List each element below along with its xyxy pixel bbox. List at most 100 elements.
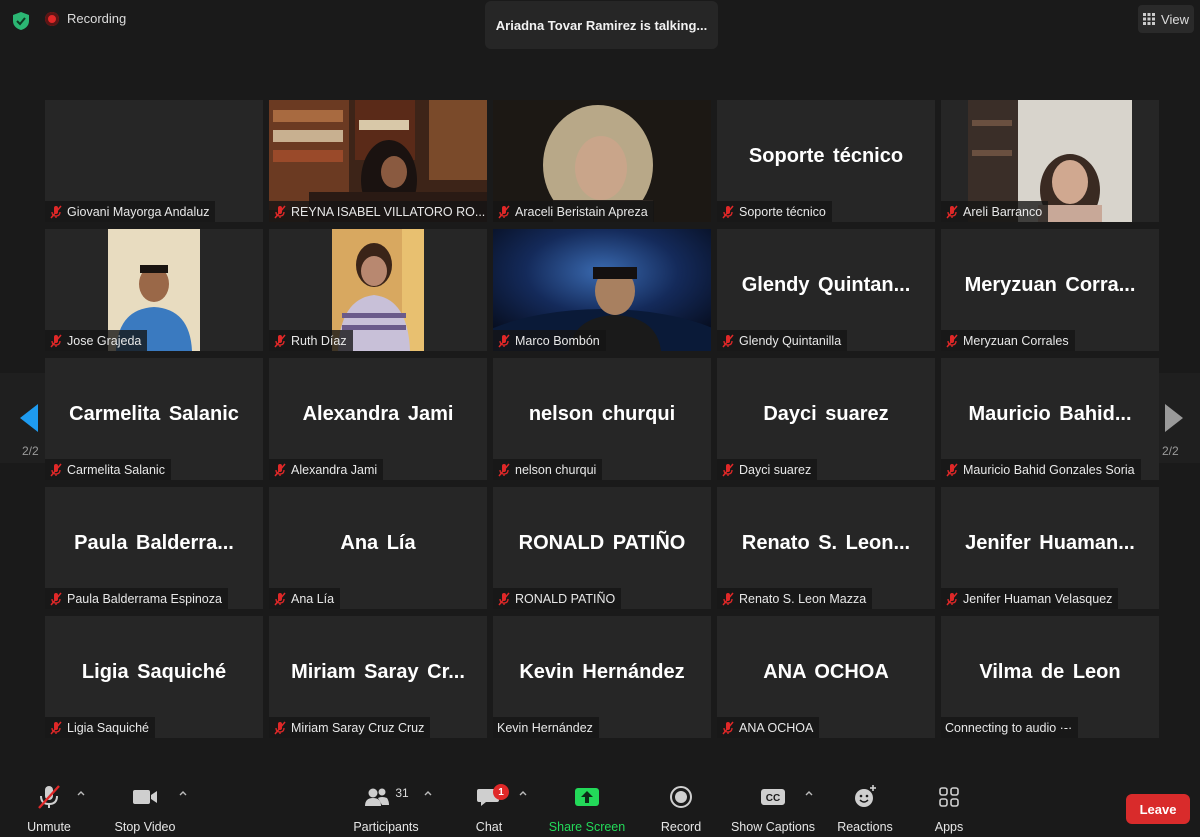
participant-tile[interactable]: Dayci suarez Dayci suarez bbox=[717, 358, 935, 480]
show-captions-button[interactable]: CC Show Captions bbox=[731, 784, 815, 834]
participant-display-name: Ana Lía bbox=[340, 531, 416, 554]
chevron-up-icon[interactable] bbox=[423, 788, 433, 798]
mic-muted-icon bbox=[722, 721, 734, 734]
mic-muted-icon bbox=[50, 592, 62, 605]
participant-display-name: Carmelita Salanic bbox=[69, 402, 239, 425]
participant-tile[interactable]: Miriam Saray Cr... Miriam Saray Cruz Cru… bbox=[269, 616, 487, 738]
participant-tile[interactable]: Alexandra Jami Alexandra Jami bbox=[269, 358, 487, 480]
unmute-label: Unmute bbox=[27, 820, 71, 834]
participants-icon bbox=[365, 788, 390, 806]
participant-display-name bbox=[45, 100, 263, 212]
participant-tile[interactable]: Meryzuan Corra... Meryzuan Corrales bbox=[941, 229, 1159, 351]
participant-label: Miriam Saray Cruz Cruz bbox=[269, 717, 431, 738]
participant-tile[interactable]: Araceli Beristain Apreza bbox=[493, 100, 711, 222]
participant-label-text: RONALD PATIÑO bbox=[515, 591, 616, 606]
svg-text:CC: CC bbox=[766, 793, 780, 804]
mic-muted-icon bbox=[722, 463, 734, 476]
participant-tile[interactable]: Ana Lía Ana Lía bbox=[269, 487, 487, 609]
participant-label: Ana Lía bbox=[269, 588, 341, 609]
share-screen-button[interactable]: Share Screen bbox=[549, 784, 625, 834]
participant-label: Kevin Hernández bbox=[493, 717, 599, 738]
participant-label-text: Ligia Saquiché bbox=[67, 720, 150, 735]
participant-tile[interactable]: Ruth Díaz bbox=[269, 229, 487, 351]
participant-label: Renato S. Leon Mazza bbox=[717, 588, 873, 609]
participant-tile[interactable]: Glendy Quintan... Glendy Quintanilla bbox=[717, 229, 935, 351]
participant-tile[interactable]: Paula Balderra... Paula Balderrama Espin… bbox=[45, 487, 263, 609]
mic-muted-icon bbox=[274, 205, 286, 218]
participant-tile[interactable]: Soporte técnico Soporte técnico bbox=[717, 100, 935, 222]
mic-muted-icon bbox=[498, 334, 510, 347]
participant-tile[interactable]: nelson churqui nelson churqui bbox=[493, 358, 711, 480]
mic-muted-icon bbox=[38, 785, 60, 809]
show-captions-label: Show Captions bbox=[730, 820, 816, 834]
participant-label: Connecting to audio ·-· bbox=[941, 717, 1079, 738]
participant-label: Alexandra Jami bbox=[269, 459, 384, 480]
participant-label: Dayci suarez bbox=[717, 459, 818, 480]
mic-muted-icon bbox=[722, 334, 734, 347]
participant-tile[interactable]: Jose Grajeda bbox=[45, 229, 263, 351]
apps-button[interactable]: Apps bbox=[934, 784, 964, 834]
stop-video-label: Stop Video bbox=[114, 820, 176, 834]
reactions-button[interactable]: Reactions bbox=[837, 784, 893, 834]
record-button[interactable]: Record bbox=[661, 784, 701, 834]
participant-label: Araceli Beristain Apreza bbox=[493, 201, 654, 222]
unmute-button[interactable]: Unmute bbox=[26, 784, 72, 834]
participant-label: nelson churqui bbox=[493, 459, 603, 480]
chevron-up-icon[interactable] bbox=[518, 788, 528, 798]
participant-tile[interactable]: RONALD PATIÑO RONALD PATIÑO bbox=[493, 487, 711, 609]
participant-tile[interactable]: REYNA ISABEL VILLATORO RO... bbox=[269, 100, 487, 222]
participants-button[interactable]: 31 Participants bbox=[353, 784, 418, 834]
participant-label-text: Renato S. Leon Mazza bbox=[739, 591, 867, 606]
mic-muted-icon bbox=[50, 721, 62, 734]
mic-muted-icon bbox=[946, 205, 958, 218]
mic-muted-icon bbox=[498, 592, 510, 605]
mic-muted-icon bbox=[274, 592, 286, 605]
participant-label-text: Meryzuan Corrales bbox=[963, 333, 1069, 348]
participant-display-name: Dayci suarez bbox=[763, 402, 889, 425]
view-label: View bbox=[1161, 11, 1189, 27]
participant-tile[interactable]: Giovani Mayorga Andaluz bbox=[45, 100, 263, 222]
top-bar: Recording Ariadna Tovar Ramirez is talki… bbox=[0, 0, 1200, 50]
participant-label: Jenifer Huaman Velasquez bbox=[941, 588, 1119, 609]
participant-tile[interactable]: Kevin Hernández Kevin Hernández bbox=[493, 616, 711, 738]
participant-tile[interactable]: ANA OCHOA ANA OCHOA bbox=[717, 616, 935, 738]
recording-indicator[interactable]: Recording bbox=[45, 11, 126, 26]
participant-tile[interactable]: Jenifer Huaman... Jenifer Huaman Velasqu… bbox=[941, 487, 1159, 609]
participant-tile[interactable]: Mauricio Bahid... Mauricio Bahid Gonzale… bbox=[941, 358, 1159, 480]
participant-label-text: Carmelita Salanic bbox=[67, 462, 165, 477]
participant-display-name: Vilma de Leon bbox=[979, 660, 1121, 683]
mic-muted-icon bbox=[498, 463, 510, 476]
chevron-up-icon[interactable] bbox=[76, 788, 86, 798]
mic-muted-icon bbox=[274, 721, 286, 734]
participant-tile[interactable]: Ligia Saquiché Ligia Saquiché bbox=[45, 616, 263, 738]
stop-video-button[interactable]: Stop Video bbox=[115, 784, 175, 834]
participant-display-name: nelson churqui bbox=[528, 402, 676, 425]
participant-display-name: Glendy Quintan... bbox=[741, 273, 911, 296]
video-icon bbox=[133, 790, 157, 804]
shield-icon[interactable] bbox=[11, 11, 31, 31]
participant-label-text: Ruth Díaz bbox=[291, 333, 347, 348]
participant-label-text: Alexandra Jami bbox=[291, 462, 378, 477]
participant-tile[interactable]: Areli Barranco bbox=[941, 100, 1159, 222]
participant-tile[interactable]: Renato S. Leon... Renato S. Leon Mazza bbox=[717, 487, 935, 609]
chat-label: Chat bbox=[475, 820, 503, 834]
participant-label: Carmelita Salanic bbox=[45, 459, 171, 480]
arrow-right-icon bbox=[1165, 404, 1183, 432]
page-indicator-left: 2/2 bbox=[22, 444, 39, 458]
mic-muted-icon bbox=[274, 463, 286, 476]
leave-button[interactable]: Leave bbox=[1126, 794, 1190, 824]
mic-muted-icon bbox=[50, 334, 62, 347]
participant-label-text: Soporte técnico bbox=[739, 204, 826, 219]
participant-tile[interactable]: Marco Bombón bbox=[493, 229, 711, 351]
participant-tile[interactable]: Carmelita Salanic Carmelita Salanic bbox=[45, 358, 263, 480]
chevron-up-icon[interactable] bbox=[804, 788, 814, 798]
mic-muted-icon bbox=[946, 592, 958, 605]
mic-muted-icon bbox=[274, 334, 286, 347]
participant-tile[interactable]: Vilma de Leon Connecting to audio ·-· bbox=[941, 616, 1159, 738]
view-button[interactable]: View bbox=[1138, 5, 1194, 33]
participant-label: Ruth Díaz bbox=[269, 330, 353, 351]
participant-display-name: ANA OCHOA bbox=[763, 660, 889, 683]
participant-label-text: Connecting to audio ·-· bbox=[945, 720, 1073, 735]
participant-label-text: Jose Grajeda bbox=[67, 333, 142, 348]
chevron-up-icon[interactable] bbox=[178, 788, 188, 798]
